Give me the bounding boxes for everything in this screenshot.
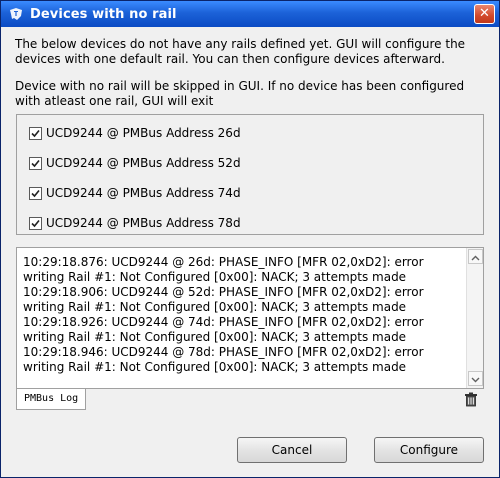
device-label: UCD9244 @ PMBus Address 78d	[46, 216, 241, 230]
trash-icon[interactable]	[464, 392, 478, 407]
configure-button[interactable]: Configure	[374, 437, 484, 463]
tab-pmbus-log[interactable]: PMBus Log	[16, 389, 87, 410]
dialog-window: Devices with no rail ✕ The below devices…	[0, 0, 500, 478]
device-item[interactable]: UCD9244 @ PMBus Address 26d	[29, 125, 241, 141]
window-title: Devices with no rail	[30, 6, 177, 22]
title-bar[interactable]: Devices with no rail ✕	[1, 1, 499, 27]
ti-logo-icon	[8, 6, 24, 22]
device-checkbox[interactable]	[29, 126, 42, 140]
close-button[interactable]: ✕	[474, 4, 495, 24]
arrow-up-icon	[471, 250, 480, 264]
log-scrollbar[interactable]	[466, 248, 483, 388]
device-checkbox[interactable]	[29, 186, 42, 200]
device-checkbox[interactable]	[29, 156, 42, 170]
device-checkbox[interactable]	[29, 216, 42, 230]
scroll-down-button[interactable]	[468, 371, 483, 386]
description-text-1: The below devices do not have any rails …	[15, 37, 466, 66]
arrow-down-icon	[471, 372, 480, 386]
device-item[interactable]: UCD9244 @ PMBus Address 74d	[29, 185, 241, 201]
device-item[interactable]: UCD9244 @ PMBus Address 78d	[29, 215, 241, 231]
device-item[interactable]: UCD9244 @ PMBus Address 52d	[29, 155, 241, 171]
cancel-button[interactable]: Cancel	[237, 437, 347, 463]
log-tab-strip: PMBus Log	[16, 389, 484, 411]
device-label: UCD9244 @ PMBus Address 52d	[46, 156, 241, 170]
close-icon: ✕	[479, 6, 490, 21]
scroll-up-button[interactable]	[468, 249, 483, 264]
log-text: 10:29:18.876: UCD9244 @ 26d: PHASE_INFO …	[23, 255, 424, 374]
device-label: UCD9244 @ PMBus Address 74d	[46, 186, 241, 200]
dialog-body: The below devices do not have any rails …	[1, 27, 499, 477]
pmbus-log-panel[interactable]: 10:29:18.876: UCD9244 @ 26d: PHASE_INFO …	[16, 247, 484, 389]
description-text-2: Device with no rail will be skipped in G…	[15, 79, 465, 108]
device-label: UCD9244 @ PMBus Address 26d	[46, 126, 241, 140]
device-list: UCD9244 @ PMBus Address 26d UCD9244 @ PM…	[16, 114, 484, 235]
